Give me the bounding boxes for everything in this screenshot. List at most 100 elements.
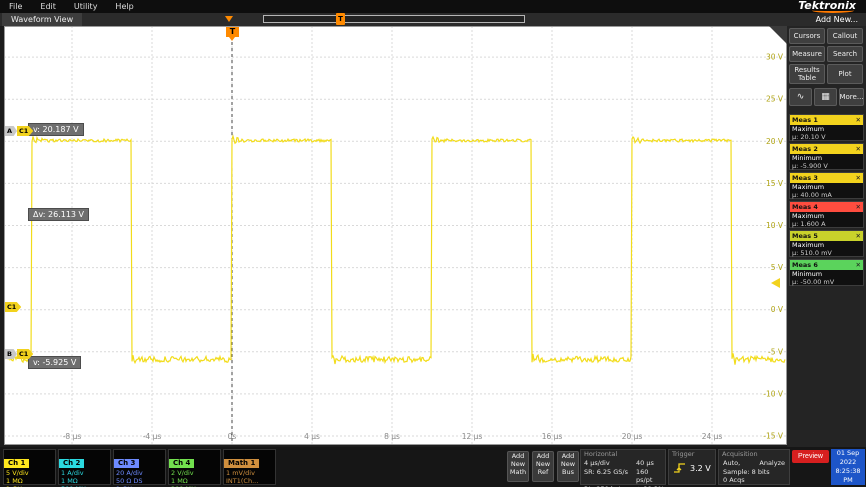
channel-badge-ch4[interactable]: Ch 42 V/div1 MΩ200 MHz bbox=[168, 449, 221, 485]
graticule-svg: -8 μs-4 μs0s4 μs8 μs12 μs16 μs20 μs24 μs… bbox=[4, 26, 787, 445]
channel-badge-ch1[interactable]: Ch 15 V/div1 MΩ1 GHz bbox=[3, 449, 56, 485]
add-new-label-line: New bbox=[533, 460, 553, 468]
close-icon[interactable]: ✕ bbox=[856, 145, 861, 153]
measurement-stat: Maximum bbox=[790, 125, 863, 133]
add-new-menu[interactable]: Add New... bbox=[816, 13, 858, 26]
measurement-badge-header: Meas 1 ✕ bbox=[790, 115, 863, 125]
right-sidebar: Meas 1✕Maximumμ: 20.10 VMeas 2✕Minimumμ:… bbox=[787, 26, 866, 447]
menu-item-utility[interactable]: Utility bbox=[65, 2, 107, 11]
close-icon[interactable]: ✕ bbox=[856, 116, 861, 124]
channel-badge-ch3[interactable]: Ch 320 A/div50 Ω DS1 GHz bbox=[113, 449, 166, 485]
add-new-label-line: Bus bbox=[558, 468, 578, 476]
channel-badge-math1[interactable]: Math 11 mV/divINT1(Ch... bbox=[223, 449, 276, 485]
cursor-delta-readout[interactable]: Δv: 26.113 V bbox=[28, 208, 89, 221]
measurement-badge-header: Meas 4 ✕ bbox=[790, 202, 863, 212]
preview-button[interactable]: Preview bbox=[792, 450, 829, 463]
measurement-value: μ: 1.600 A bbox=[790, 220, 863, 228]
sidebar-button-search[interactable]: Search bbox=[827, 46, 863, 62]
y-axis-label: 5 V bbox=[771, 263, 784, 272]
channel-name: Ch 2 bbox=[59, 459, 84, 468]
record-trigger-position-icon bbox=[225, 16, 233, 22]
record-view-bar[interactable]: T bbox=[263, 15, 525, 23]
channel-setting: 1 MΩ bbox=[169, 477, 220, 485]
waveform-plot[interactable]: -8 μs-4 μs0s4 μs8 μs12 μs16 μs20 μs24 μs… bbox=[4, 26, 787, 445]
measurement-badge-4[interactable]: Meas 4 ✕Maximumμ: 1.600 A bbox=[789, 201, 864, 228]
measurement-badge-3[interactable]: Meas 3✕Maximumμ: 40.00 mA bbox=[789, 172, 864, 199]
cursor-a-readout[interactable]: v: 20.187 V bbox=[28, 123, 84, 136]
trigger-position-marker[interactable]: T bbox=[226, 27, 239, 37]
acquisition-mode: Auto, bbox=[723, 459, 740, 468]
y-axis-label: 30 V bbox=[766, 53, 784, 62]
horizontal-title: Horizontal bbox=[581, 450, 665, 459]
tab-waveform-view[interactable]: Waveform View bbox=[2, 13, 82, 26]
cursor-b-readout[interactable]: v: -5.925 V bbox=[28, 356, 81, 369]
record-trigger-marker[interactable]: T bbox=[336, 13, 345, 25]
measurement-name: Meas 2 bbox=[792, 145, 818, 153]
channel-name: Ch 4 bbox=[169, 459, 194, 468]
close-icon[interactable]: ✕ bbox=[856, 203, 861, 211]
measurement-name: Meas 4 bbox=[792, 203, 818, 211]
sidebar-button-results-table[interactable]: Results Table bbox=[789, 64, 825, 84]
menu-bar-items: FileEditUtilityHelp bbox=[0, 2, 143, 11]
measurement-name: Meas 5 bbox=[792, 232, 818, 240]
measurement-value: μ: 20.10 V bbox=[790, 133, 863, 141]
measurement-badge-2[interactable]: Meas 2✕Minimumμ: -5.900 V bbox=[789, 143, 864, 170]
measurement-stat: Maximum bbox=[790, 183, 863, 191]
y-axis-label: 15 V bbox=[766, 179, 784, 188]
close-icon[interactable]: ✕ bbox=[856, 232, 861, 240]
y-axis-label: -15 V bbox=[763, 432, 784, 441]
measurement-stat: Minimum bbox=[790, 270, 863, 278]
measurement-badge-1[interactable]: Meas 1 ✕Maximumμ: 20.10 V bbox=[789, 114, 864, 141]
horizontal-window: 40 μs bbox=[636, 459, 666, 468]
channel-name: Ch 3 bbox=[114, 459, 139, 468]
channel-setting: 1 mV/div bbox=[224, 469, 275, 477]
cursor-gating-icon-button[interactable]: ▦ bbox=[814, 88, 837, 106]
y-axis-label: 20 V bbox=[766, 137, 784, 146]
measurement-stat: Minimum bbox=[790, 154, 863, 162]
horizontal-panel[interactable]: Horizontal 4 μs/div 40 μs SR: 6.25 GS/s … bbox=[580, 449, 666, 485]
measurement-badge-5[interactable]: Meas 5✕Maximumμ: 510.0 mV bbox=[789, 230, 864, 257]
bottom-bar: Ch 15 V/div1 MΩ1 GHzCh 21 A/div1 MΩ500 M… bbox=[0, 447, 866, 487]
measurement-badge-6[interactable]: Meas 6✕Minimumμ: -50.00 mV bbox=[789, 259, 864, 286]
menu-bar: FileEditUtilityHelp Tektronix bbox=[0, 0, 866, 13]
waveform-histogram-icon-button[interactable]: ∿ bbox=[789, 88, 812, 106]
add-new-label-line: Add bbox=[508, 452, 528, 460]
horizontal-scale: 4 μs/div bbox=[584, 459, 636, 468]
channel-badge-ch2[interactable]: Ch 21 A/div1 MΩ500 MHz bbox=[58, 449, 111, 485]
acquisition-sample: Sample: 8 bits bbox=[723, 468, 770, 477]
add-new-group: AddNewMathAddNewRefAddNewBus bbox=[507, 451, 581, 483]
trigger-panel[interactable]: Trigger 3.2 V bbox=[668, 449, 716, 485]
add-new-math-button[interactable]: AddNewMath bbox=[507, 451, 529, 482]
close-icon[interactable]: ✕ bbox=[856, 261, 861, 269]
sidebar-button-measure[interactable]: Measure bbox=[789, 46, 825, 62]
horizontal-resolution: 160 ps/pt bbox=[636, 468, 666, 485]
plot-corner-handle[interactable] bbox=[769, 26, 787, 44]
tab-bar: Waveform View T Add New... bbox=[0, 13, 866, 26]
measurement-badge-header: Meas 6✕ bbox=[790, 260, 863, 270]
sidebar-button-plot[interactable]: Plot bbox=[827, 64, 863, 84]
channel-setting: 5 V/div bbox=[4, 469, 55, 477]
close-icon[interactable]: ✕ bbox=[856, 174, 861, 182]
acquisition-analyze: Analyze bbox=[759, 459, 785, 468]
channel-name: Ch 1 bbox=[4, 459, 29, 468]
menu-item-help[interactable]: Help bbox=[106, 2, 142, 11]
more-button[interactable]: More... bbox=[839, 88, 864, 106]
measurement-name: Meas 1 bbox=[792, 116, 818, 124]
add-new-ref-button[interactable]: AddNewRef bbox=[532, 451, 554, 482]
datetime-display: 01 Sep 2022 8:25:38 PM bbox=[831, 449, 865, 485]
add-new-bus-button[interactable]: AddNewBus bbox=[557, 451, 579, 482]
measurement-stat: Maximum bbox=[790, 212, 863, 220]
sidebar-button-cursors[interactable]: Cursors bbox=[789, 28, 825, 44]
sidebar-button-callout[interactable]: Callout bbox=[827, 28, 863, 44]
x-axis-label: -4 μs bbox=[143, 432, 162, 441]
acquisition-panel[interactable]: Acquisition Auto, Analyze Sample: 8 bits… bbox=[718, 449, 790, 485]
channel-setting: 1 MΩ bbox=[4, 477, 55, 485]
x-axis-label: 24 μs bbox=[702, 432, 723, 441]
x-axis-label: 4 μs bbox=[304, 432, 320, 441]
menu-item-file[interactable]: File bbox=[0, 2, 31, 11]
acquisition-count: 0 Acqs bbox=[723, 476, 745, 485]
menu-item-edit[interactable]: Edit bbox=[31, 2, 65, 11]
trigger-level-arrow[interactable] bbox=[771, 278, 780, 288]
measurement-badge-header: Meas 5 ✕ bbox=[790, 231, 863, 241]
x-axis-label: 20 μs bbox=[622, 432, 643, 441]
